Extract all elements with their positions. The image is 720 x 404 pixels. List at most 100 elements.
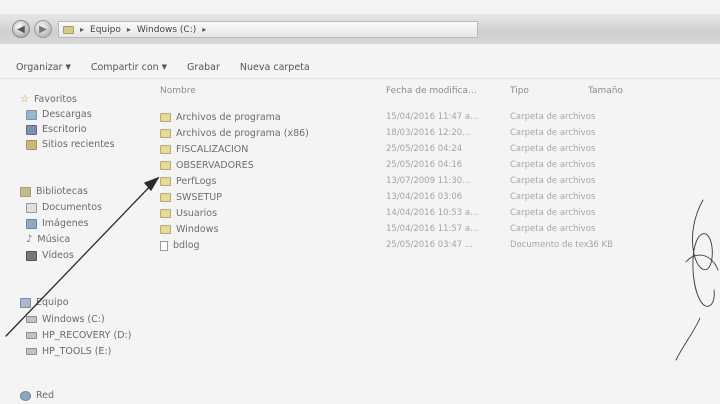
nav-label: Bibliotecas (36, 186, 88, 197)
address-bar: ◀ ▶ ▸ Equipo ▸ Windows (C:) ▸ (0, 14, 720, 44)
new-folder-button[interactable]: Nueva carpeta (240, 62, 310, 73)
computer-icon (63, 25, 74, 34)
folder-icon (160, 209, 171, 218)
organize-button[interactable]: Organizar ▼ (16, 62, 71, 73)
nav-label: HP_TOOLS (E:) (42, 346, 112, 357)
documents-icon (26, 202, 37, 213)
new-folder-label: Nueva carpeta (239, 61, 310, 73)
file-name: Usuarios (176, 208, 218, 219)
file-date: 25/05/2016 04:16 (386, 160, 463, 170)
file-type: Carpeta de archivos (510, 176, 596, 186)
file-type: Carpeta de archivos (510, 144, 596, 154)
videos-icon (26, 250, 37, 261)
nav-item-drive-e[interactable]: HP_TOOLS (E:) (26, 346, 111, 357)
images-icon (26, 218, 37, 229)
burn-button[interactable]: Grabar (187, 62, 220, 73)
folder-icon (160, 177, 171, 186)
organize-label: Organizar (16, 61, 63, 73)
file-type: Carpeta de archivos (510, 128, 596, 138)
nav-item-drive-d[interactable]: HP_RECOVERY (D:) (26, 330, 131, 341)
file-size: 36 KB (588, 240, 613, 250)
column-header-size[interactable]: Tamaño (588, 86, 623, 96)
share-label: Compartir con (90, 61, 159, 73)
nav-label: Música (37, 234, 71, 245)
file-type: Carpeta de archivos (510, 112, 596, 122)
drive-icon (26, 348, 37, 355)
burn-label: Grabar (187, 61, 220, 73)
forward-button[interactable]: ▶ (34, 20, 52, 38)
nav-label: Vídeos (42, 250, 74, 261)
breadcrumb-equipo[interactable]: Equipo (90, 25, 121, 35)
nav-item-downloads[interactable]: Descargas (26, 109, 92, 120)
file-row[interactable]: FISCALIZACION 25/05/2016 04:24 Carpeta d… (160, 144, 720, 158)
folder-icon (160, 193, 171, 202)
nav-item-computer[interactable]: Equipo (20, 297, 69, 308)
file-row[interactable]: OBSERVADORES 25/05/2016 04:16 Carpeta de… (160, 160, 720, 174)
back-button[interactable]: ◀ (12, 20, 30, 38)
nav-item-images[interactable]: Imágenes (26, 218, 89, 229)
file-row[interactable]: Usuarios 14/04/2016 10:53 a... Carpeta d… (160, 208, 720, 222)
file-row[interactable]: Archivos de programa (x86) 18/03/2016 12… (160, 128, 720, 142)
nav-item-music[interactable]: ♪ Música (26, 234, 70, 245)
file-date: 14/04/2016 10:53 a... (386, 208, 479, 218)
folder-icon (160, 161, 171, 170)
chevron-right-icon: ▸ (126, 25, 131, 34)
nav-item-favorites[interactable]: ☆ Favoritos (20, 94, 77, 105)
nav-label: HP_RECOVERY (D:) (42, 330, 132, 341)
file-name-cell: bdlog (160, 240, 200, 251)
nav-item-documents[interactable]: Documentos (26, 202, 102, 213)
file-name-cell: Usuarios (160, 208, 217, 219)
file-date: 18/03/2016 12:20... (386, 128, 471, 138)
downloads-icon (26, 109, 37, 120)
folder-icon (160, 145, 171, 154)
column-header-date[interactable]: Fecha de modifica... (386, 86, 477, 96)
chevron-down-icon: ▼ (65, 63, 71, 71)
nav-label: Escritorio (42, 124, 87, 135)
nav-label: Sitios recientes (42, 139, 115, 150)
nav-item-network[interactable]: Red (20, 390, 54, 401)
file-type: Documento de tex... (510, 240, 597, 250)
nav-item-libraries[interactable]: Bibliotecas (20, 186, 88, 197)
file-type: Carpeta de archivos (510, 160, 596, 170)
file-row[interactable]: bdlog 25/05/2016 03:47 ... Documento de … (160, 240, 720, 254)
file-name: PerfLogs (176, 176, 217, 187)
file-row[interactable]: SWSETUP 13/04/2016 03:06 Carpeta de arch… (160, 192, 720, 206)
share-button[interactable]: Compartir con ▼ (91, 62, 167, 73)
chevron-right-icon: ▸ (202, 25, 207, 34)
nav-item-desktop[interactable]: Escritorio (26, 124, 87, 135)
nav-label: Descargas (42, 109, 92, 120)
file-row[interactable]: PerfLogs 13/07/2009 11:30... Carpeta de … (160, 176, 720, 190)
drive-icon (26, 332, 37, 339)
file-name-cell: OBSERVADORES (160, 160, 254, 171)
nav-item-recent-places[interactable]: Sitios recientes (26, 139, 115, 150)
file-name: OBSERVADORES (176, 160, 254, 171)
libraries-icon (20, 186, 31, 197)
file-row[interactable]: Archivos de programa 15/04/2016 11:47 a.… (160, 112, 720, 126)
nav-item-drive-c[interactable]: Windows (C:) (26, 314, 105, 325)
forward-arrow-icon: ▶ (39, 23, 47, 35)
folder-icon (160, 113, 171, 122)
file-name: FISCALIZACION (176, 144, 249, 155)
file-type: Carpeta de archivos (510, 192, 596, 202)
file-date: 25/05/2016 03:47 ... (386, 240, 473, 250)
file-name: Windows (176, 224, 219, 235)
column-header-name[interactable]: Nombre (160, 86, 196, 96)
file-type: Carpeta de archivos (510, 224, 596, 234)
file-name-cell: SWSETUP (160, 192, 222, 203)
computer-icon (20, 297, 31, 308)
network-icon (20, 390, 31, 401)
file-name: Archivos de programa (x86) (176, 128, 309, 139)
nav-label: Favoritos (33, 94, 77, 105)
address-field[interactable]: ▸ Equipo ▸ Windows (C:) ▸ (58, 21, 478, 38)
column-header-type[interactable]: Tipo (510, 86, 529, 96)
navigation-pane: ☆ Favoritos Descargas Escritorio Sitios … (0, 86, 150, 404)
nav-item-videos[interactable]: Vídeos (26, 250, 74, 261)
file-date: 15/04/2016 11:57 a... (386, 224, 479, 234)
nav-label: Windows (C:) (42, 314, 105, 325)
file-date: 15/04/2016 11:47 a... (386, 112, 479, 122)
file-row[interactable]: Windows 15/04/2016 11:57 a... Carpeta de… (160, 224, 720, 238)
breadcrumb-windows-c[interactable]: Windows (C:) (137, 25, 196, 35)
file-date: 13/04/2016 03:06 (386, 192, 463, 202)
folder-icon (160, 129, 171, 138)
chevron-right-icon: ▸ (80, 25, 85, 34)
